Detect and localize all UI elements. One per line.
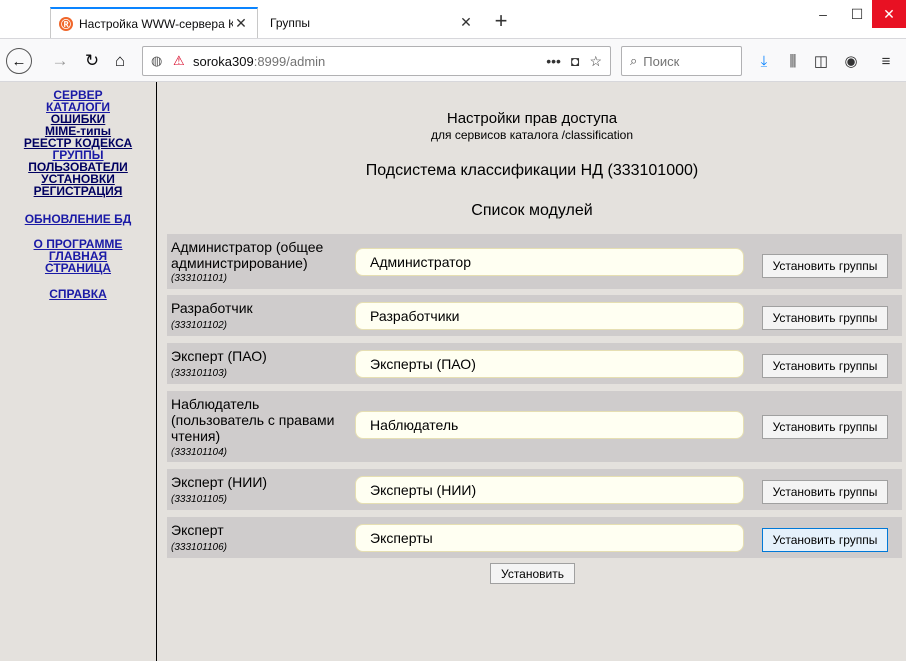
module-name: Администратор (общее администрирование): [171, 239, 324, 271]
pocket-icon[interactable]: ◘: [571, 53, 579, 70]
back-arrow-icon[interactable]: ←: [6, 48, 32, 74]
url-path: :8999/admin: [253, 53, 326, 69]
tracking-shield-icon[interactable]: ◍: [151, 53, 167, 69]
module-name: Наблюдатель (пользователь с правами чтен…: [171, 396, 335, 444]
insecure-lock-icon[interactable]: ⚠: [173, 53, 189, 69]
set-groups-button[interactable]: Установить группы: [762, 528, 888, 552]
sidebar-link-page[interactable]: СТРАНИЦА: [0, 262, 156, 274]
group-field[interactable]: Эксперты (ПАО): [355, 350, 744, 378]
module-code: (333101103): [171, 368, 227, 379]
url-host: soroka309: [193, 53, 254, 69]
apply-button[interactable]: Установить: [490, 563, 575, 584]
module-code: (333101101): [171, 273, 227, 284]
page-actions-icon[interactable]: •••: [546, 53, 561, 70]
module-code: (333101105): [171, 494, 227, 505]
main-panel: Настройки прав доступа для сервисов ката…: [158, 82, 906, 661]
reload-icon[interactable]: ↻: [80, 49, 104, 73]
module-code: (333101104): [171, 447, 227, 458]
search-placeholder: Поиск: [643, 53, 680, 69]
minimize-button[interactable]: –: [806, 0, 840, 28]
tab-label: Группы: [270, 15, 310, 30]
module-name: Разработчик: [171, 300, 253, 316]
app-favicon-icon: Ⓡ: [59, 16, 73, 31]
page-title: Настройки прав доступа: [446, 110, 618, 127]
close-tab-icon[interactable]: ✕: [458, 14, 474, 31]
module-row: Наблюдатель (пользователь с правами чтен…: [167, 391, 902, 462]
group-field[interactable]: Эксперты: [355, 524, 744, 552]
tab-label: Настройка WWW-сервера КО: [79, 16, 233, 31]
set-groups-button[interactable]: Установить группы: [762, 306, 888, 330]
close-tab-icon[interactable]: ✕: [233, 15, 249, 32]
set-groups-button[interactable]: Установить группы: [762, 354, 888, 378]
group-field[interactable]: Эксперты (НИИ): [355, 476, 744, 504]
module-row: Разработчик (333101102) Разработчики Уст…: [167, 295, 902, 336]
library-icon[interactable]: ⫼: [781, 49, 805, 73]
modules-list-title: Список модулей: [471, 202, 593, 219]
module-row: Эксперт (ПАО) (333101103) Эксперты (ПАО)…: [167, 343, 902, 384]
sidebar-link-registration[interactable]: РЕГИСТРАЦИЯ: [0, 185, 156, 197]
url-bar[interactable]: ◍ ⚠ soroka309:8999/admin ••• ◘ ☆: [142, 46, 611, 76]
subsystem-title: Подсистема классификации НД (333101000): [365, 162, 699, 179]
account-icon[interactable]: ◉: [839, 49, 863, 73]
menu-icon[interactable]: ≡: [874, 49, 898, 73]
sidebar-toggle-icon[interactable]: ◫: [809, 49, 833, 73]
sidebar-link-help[interactable]: СПРАВКА: [0, 288, 156, 300]
page-content: СЕРВЕР КАТАЛОГИ ОШИБКИ MIME-типы РЕЕСТР …: [0, 82, 906, 661]
module-row: Администратор (общее администрирование) …: [167, 234, 902, 289]
new-tab-button[interactable]: +: [489, 10, 513, 32]
group-field[interactable]: Разработчики: [355, 302, 744, 330]
set-groups-button[interactable]: Установить группы: [762, 254, 888, 278]
close-window-button[interactable]: ✕: [872, 0, 906, 28]
set-groups-button[interactable]: Установить группы: [762, 415, 888, 439]
title-bar: Ⓡ Настройка WWW-сервера КО ✕ Группы ✕ + …: [0, 0, 906, 38]
sidebar-link-db-update[interactable]: ОБНОВЛЕНИЕ БД: [0, 213, 156, 225]
tab-groups[interactable]: Группы ✕: [262, 7, 482, 38]
module-code: (333101102): [171, 320, 227, 331]
module-row: Эксперт (333101106) Эксперты Установить …: [167, 517, 902, 558]
download-icon[interactable]: ⤓: [752, 49, 776, 73]
module-name: Эксперт (ПАО): [171, 348, 267, 364]
forward-arrow-icon[interactable]: →: [48, 49, 72, 73]
group-field[interactable]: Администратор: [355, 248, 744, 276]
module-name: Эксперт (НИИ): [171, 474, 268, 490]
home-icon[interactable]: ⌂: [108, 49, 132, 73]
admin-sidebar: СЕРВЕР КАТАЛОГИ ОШИБКИ MIME-типы РЕЕСТР …: [0, 82, 157, 661]
page-subtitle: для сервисов каталога /classification: [430, 128, 634, 142]
module-row: Эксперт (НИИ) (333101105) Эксперты (НИИ)…: [167, 469, 902, 510]
group-field[interactable]: Наблюдатель: [355, 411, 744, 439]
module-code: (333101106): [171, 542, 227, 553]
maximize-button[interactable]: ☐: [840, 0, 874, 28]
search-icon: ⌕: [630, 53, 638, 68]
module-name: Эксперт: [171, 522, 224, 538]
set-groups-button[interactable]: Установить группы: [762, 480, 888, 504]
bookmark-star-icon[interactable]: ☆: [589, 53, 602, 70]
search-input[interactable]: ⌕ Поиск: [621, 46, 742, 76]
navigation-bar: ← → ↻ ⌂ ◍ ⚠ soroka309:8999/admin ••• ◘ ☆…: [0, 38, 906, 82]
tab-settings[interactable]: Ⓡ Настройка WWW-сервера КО ✕: [50, 7, 258, 38]
